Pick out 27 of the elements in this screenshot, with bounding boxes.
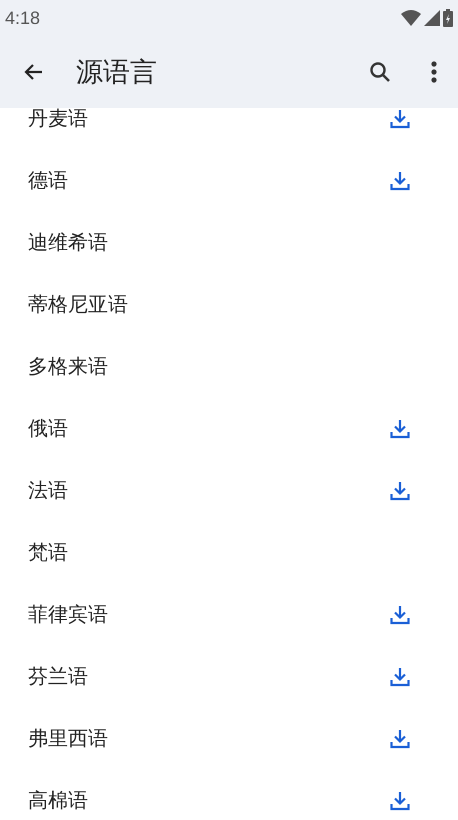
language-name[interactable]: 丹麦语	[28, 109, 88, 129]
download-icon[interactable]	[388, 665, 412, 689]
download-icon[interactable]	[388, 603, 412, 627]
download-icon[interactable]	[388, 789, 412, 813]
download-icon[interactable]	[388, 727, 412, 751]
language-name[interactable]: 梵语	[28, 543, 68, 563]
language-name[interactable]: 菲律宾语	[28, 605, 108, 625]
status-time: 4:18	[5, 6, 40, 30]
page-title: 源语言	[76, 56, 158, 89]
language-name[interactable]: 法语	[28, 481, 68, 501]
language-name[interactable]: 多格来语	[28, 357, 108, 377]
search-icon	[368, 60, 392, 84]
language-name[interactable]: 俄语	[28, 419, 68, 439]
download-icon[interactable]	[388, 417, 412, 441]
download-icon[interactable]	[388, 169, 412, 193]
battery-icon	[443, 9, 453, 27]
language-name[interactable]: 蒂格尼亚语	[28, 295, 128, 315]
language-name[interactable]: 德语	[28, 171, 68, 191]
language-name[interactable]: 弗里西语	[28, 729, 108, 749]
download-icon[interactable]	[388, 479, 412, 503]
language-name[interactable]: 迪维希语	[28, 233, 108, 253]
language-name[interactable]: 芬兰语	[28, 667, 88, 687]
signal-icon	[424, 10, 440, 26]
download-icon[interactable]	[388, 108, 412, 131]
wifi-icon	[401, 10, 421, 26]
language-name[interactable]: 高棉语	[28, 791, 88, 811]
more-icon	[431, 61, 437, 83]
